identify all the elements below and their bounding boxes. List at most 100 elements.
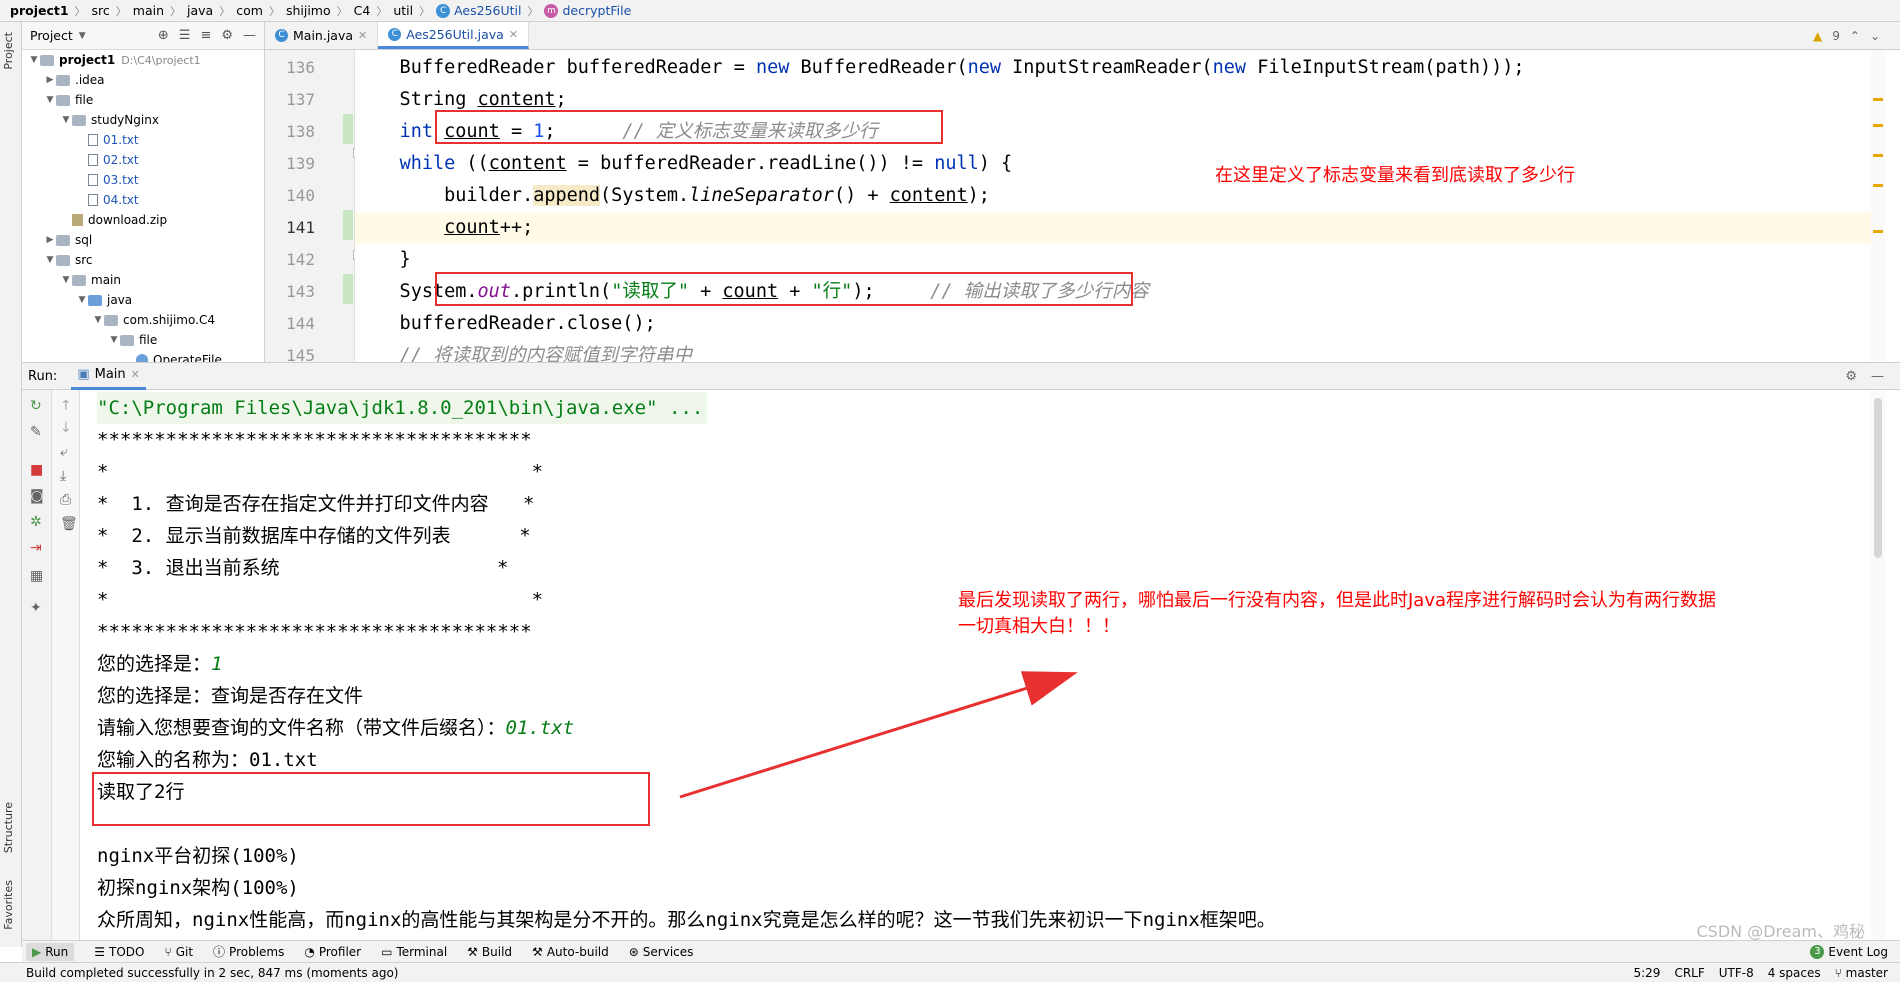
chevron-down-icon[interactable]: ▼ — [76, 295, 88, 305]
breadcrumb-item-class[interactable]: C Aes256Util — [436, 3, 521, 18]
vcs-change-marker[interactable] — [343, 210, 353, 240]
gear-icon[interactable]: ⚙ — [1845, 369, 1857, 384]
debug-icon[interactable]: ✲ — [30, 514, 42, 530]
tree-item[interactable]: ▼ main — [22, 270, 264, 290]
breadcrumb-item[interactable]: java — [187, 3, 213, 18]
tree-item[interactable]: ▼ studyNginx — [22, 110, 264, 130]
breadcrumb-item[interactable]: com — [236, 3, 263, 18]
chevron-down-icon[interactable]: ▼ — [44, 95, 56, 105]
wrench-icon[interactable]: ✎ — [30, 424, 42, 440]
folder-icon — [120, 334, 134, 346]
tool-services[interactable]: ⊛ Services — [629, 945, 694, 959]
tree-item[interactable]: ▶ sql — [22, 230, 264, 250]
chevron-down-icon[interactable]: ▼ — [28, 55, 40, 65]
tree-item[interactable]: 04.txt — [22, 190, 264, 210]
scrollbar-thumb[interactable] — [1874, 398, 1882, 558]
tab-aes256util-java[interactable]: C Aes256Util.java ✕ — [378, 22, 530, 49]
side-tab-structure[interactable]: Structure — [2, 802, 15, 853]
vcs-change-marker[interactable] — [343, 114, 353, 144]
pin-icon[interactable]: ✦ — [30, 600, 42, 616]
chevron-down-icon[interactable]: ⌄ — [1870, 29, 1880, 43]
breadcrumb-item[interactable]: main — [133, 3, 164, 18]
tree-item-label: 04.txt — [103, 193, 139, 207]
close-icon[interactable]: ✕ — [358, 29, 367, 42]
collapse-all-icon[interactable]: ≡ — [200, 28, 211, 43]
tree-item[interactable]: 03.txt — [22, 170, 264, 190]
locate-icon[interactable]: ⊕ — [158, 28, 169, 43]
git-branch[interactable]: ⑂ master — [1835, 966, 1888, 980]
editor-scrollbar[interactable] — [1871, 50, 1885, 362]
chevron-up-icon[interactable]: ⌃ — [1850, 29, 1860, 43]
tool-problems[interactable]: ⓘ Problems — [213, 943, 284, 960]
chevron-down-icon[interactable]: ▼ — [79, 31, 86, 41]
breadcrumb-item[interactable]: shijimo — [286, 3, 331, 18]
tool-run[interactable]: ▶ Run — [26, 942, 75, 961]
tree-item[interactable]: OperateFile — [22, 350, 264, 362]
tool-auto-build[interactable]: ⚒ Auto-build — [532, 945, 609, 959]
tool-event-log[interactable]: 3 Event Log — [1810, 944, 1888, 959]
chevron-down-icon[interactable]: ▼ — [60, 275, 72, 285]
line-separator[interactable]: CRLF — [1674, 966, 1704, 980]
trash-icon[interactable]: 🗑 — [60, 516, 78, 532]
project-panel-title[interactable]: Project — [30, 28, 73, 43]
chevron-down-icon[interactable]: ▼ — [60, 115, 72, 125]
tool-build[interactable]: ⚒ Build — [467, 945, 512, 959]
chevron-right-icon[interactable]: ▶ — [44, 235, 56, 245]
arrow-down-icon[interactable]: ↓ — [60, 420, 72, 436]
tree-item[interactable]: 01.txt — [22, 130, 264, 150]
rerun-icon[interactable]: ↻ — [30, 398, 42, 414]
camera-icon[interactable]: ◙ — [30, 488, 44, 504]
minimize-icon[interactable]: — — [1871, 369, 1884, 384]
console-output[interactable]: "C:\Program Files\Java\jdk1.8.0_201\bin\… — [80, 390, 1885, 940]
side-tab-favorites[interactable]: Favorites — [2, 880, 15, 930]
chevron-right-icon[interactable]: ▶ — [44, 75, 56, 85]
tree-item[interactable]: ▼ com.shijimo.C4 — [22, 310, 264, 330]
close-icon[interactable]: ✕ — [509, 28, 518, 41]
highlight-box — [435, 272, 1133, 306]
breadcrumb-item[interactable]: C4 — [354, 3, 371, 18]
expand-all-icon[interactable]: ☰ — [179, 28, 191, 43]
chevron-down-icon[interactable]: ▼ — [92, 315, 104, 325]
inspection-widget[interactable]: ▲ 9 ⌃ ⌄ — [1813, 22, 1880, 49]
tree-item[interactable]: ▼ src — [22, 250, 264, 270]
tab-main-java[interactable]: C Main.java ✕ — [265, 22, 379, 49]
scroll-to-end-icon[interactable]: ⤓ — [60, 468, 66, 484]
indent-setting[interactable]: 4 spaces — [1768, 966, 1821, 980]
vcs-change-marker[interactable] — [343, 274, 353, 304]
breadcrumb-item[interactable]: src — [92, 3, 110, 18]
tool-terminal[interactable]: ▭ Terminal — [381, 945, 447, 959]
code-editor[interactable]: BufferedReader bufferedReader = new Buff… — [355, 50, 1885, 362]
tree-item[interactable]: ▼ file — [22, 90, 264, 110]
tree-item[interactable]: ▼ java — [22, 290, 264, 310]
tree-item[interactable]: ▼ project1 D:\C4\project1 — [22, 50, 264, 70]
tree-item[interactable]: download.zip — [22, 210, 264, 230]
breadcrumb-item-method[interactable]: m decryptFile — [544, 3, 631, 18]
breadcrumb-item[interactable]: util — [393, 3, 413, 18]
layout-icon[interactable]: ▦ — [30, 568, 43, 584]
file-encoding[interactable]: UTF-8 — [1719, 966, 1754, 980]
chevron-down-icon[interactable]: ▼ — [108, 335, 120, 345]
tool-git[interactable]: ⑂ Git — [164, 945, 193, 959]
tree-item[interactable]: ▼ file — [22, 330, 264, 350]
stop-icon[interactable]: ■ — [30, 462, 43, 478]
tree-item-label: .idea — [75, 73, 105, 87]
print-icon[interactable]: ⎙ — [60, 492, 71, 508]
tree-item[interactable]: 02.txt — [22, 150, 264, 170]
breadcrumb-item[interactable]: project1 — [10, 3, 69, 18]
tool-profiler[interactable]: ◔ Profiler — [304, 945, 361, 959]
chevron-down-icon[interactable]: ▼ — [44, 255, 56, 265]
status-message[interactable]: Build completed successfully in 2 sec, 8… — [26, 966, 398, 980]
gear-icon[interactable]: ⚙ — [221, 28, 233, 43]
minimize-icon[interactable]: — — [243, 28, 256, 43]
arrow-up-icon[interactable]: ↑ — [60, 398, 72, 414]
run-tab-main[interactable]: ▣ Main ✕ — [71, 363, 146, 390]
side-tab-project[interactable]: Project — [2, 32, 15, 70]
scroll-marker — [1873, 154, 1883, 157]
soft-wrap-icon[interactable]: ⤶ — [60, 444, 68, 460]
tree-item[interactable]: ▶ .idea — [22, 70, 264, 90]
close-icon[interactable]: ✕ — [131, 368, 140, 381]
console-scrollbar[interactable] — [1871, 390, 1885, 940]
caret-position[interactable]: 5:29 — [1633, 966, 1660, 980]
exit-icon[interactable]: ⇥ — [30, 540, 42, 556]
tool-todo[interactable]: ☰ TODO — [94, 945, 144, 959]
